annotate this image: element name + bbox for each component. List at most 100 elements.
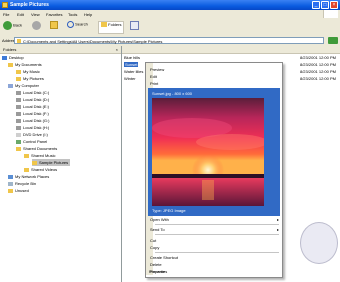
menu-favorites[interactable]: Favorites — [46, 12, 62, 17]
context-menu: Preview Edit Print Sunset.jpg - 800 x 60… — [145, 62, 283, 278]
menu-item-create-shortcut[interactable]: Create Shortcut — [150, 255, 178, 260]
menu-item-delete[interactable]: Delete — [150, 262, 162, 267]
tree-item-my-documents[interactable]: My Documents — [8, 61, 42, 68]
address-path: C:\Documents and Settings\All Users\Docu… — [23, 39, 163, 44]
desktop-icon — [2, 55, 7, 60]
drive-icon — [16, 97, 21, 102]
tree-item-desktop[interactable]: Desktop — [2, 54, 24, 61]
tree-item-network[interactable]: My Network Places — [8, 173, 49, 180]
close-button[interactable]: × — [330, 1, 338, 9]
tree-item-shared-music[interactable]: Shared Music — [24, 152, 55, 159]
tree-item-sample-pictures[interactable]: Sample Pictures — [32, 159, 71, 166]
menu-separator — [155, 252, 279, 253]
folders-pane: Folders × Desktop My Documents My Music … — [0, 46, 122, 282]
views-icon — [130, 21, 139, 30]
folders-label: Folders — [108, 22, 122, 27]
menu-tools[interactable]: Tools — [68, 12, 77, 17]
menu-item-send-to[interactable]: Send To — [150, 227, 165, 232]
maximize-button[interactable]: □ — [321, 1, 329, 9]
menu-item-print[interactable]: Print — [150, 81, 158, 86]
folders-button[interactable]: Folders — [98, 21, 125, 34]
menu-item-copy[interactable]: Copy — [150, 245, 159, 250]
submenu-arrow-icon: ▸ — [276, 227, 279, 232]
explorer-window: Sample Pictures _ □ × File Edit View Fav… — [0, 0, 340, 282]
folder-icon — [24, 167, 29, 172]
menu-edit[interactable]: Edit — [17, 12, 24, 17]
recycle-bin-icon — [8, 181, 13, 186]
tree-item-shared-videos[interactable]: Shared Videos — [24, 166, 57, 173]
folder-up-icon — [50, 21, 58, 29]
dvd-icon — [16, 132, 21, 137]
menu-item-cut[interactable]: Cut — [150, 238, 156, 243]
menu-item-properties[interactable]: Properties — [149, 269, 167, 274]
column-header — [122, 46, 340, 54]
menu-separator — [155, 224, 279, 225]
preview-title: Sunset.jpg - 800 x 600 — [152, 91, 193, 96]
submenu-arrow-icon: ▸ — [276, 217, 279, 222]
folder-icon — [16, 76, 21, 81]
folder-icon — [2, 2, 8, 8]
preview-caption: Type: JPEG Image — [152, 208, 186, 213]
drive-icon — [16, 118, 21, 123]
menu-view[interactable]: View — [31, 12, 40, 17]
tree-item-control-panel[interactable]: Control Panel — [16, 138, 47, 145]
minimize-button[interactable]: _ — [312, 1, 320, 9]
folder-icon — [16, 69, 21, 74]
drive-icon — [16, 111, 21, 116]
menu-file[interactable]: File — [3, 12, 9, 17]
windows-flag-icon — [323, 10, 338, 18]
tree-item-my-pictures[interactable]: My Pictures — [16, 75, 44, 82]
folder-open-icon — [32, 160, 37, 165]
control-panel-icon — [16, 139, 21, 144]
folder-icon — [17, 39, 21, 43]
tree-item-recycle-bin[interactable]: Recycle Bin — [8, 180, 36, 187]
menu-help[interactable]: Help — [84, 12, 92, 17]
tree-item-drive-e[interactable]: Local Disk (E:) — [16, 103, 49, 110]
tree-item-my-computer[interactable]: My Computer — [8, 82, 39, 89]
tree-item-drive-d[interactable]: Local Disk (D:) — [16, 96, 49, 103]
drive-icon — [16, 125, 21, 130]
tree-item-drive-c[interactable]: Local Disk (C:) — [16, 89, 49, 96]
title-bar[interactable]: Sample Pictures _ □ × — [0, 0, 340, 10]
go-button[interactable] — [328, 37, 338, 44]
forward-arrow-icon — [32, 21, 41, 30]
tree-item-drive-h[interactable]: Local Disk (H:) — [16, 124, 49, 131]
window-title: Sample Pictures — [10, 2, 49, 8]
tree-item-shared-documents[interactable]: Shared Documents — [16, 145, 57, 152]
menu-item-edit[interactable]: Edit — [150, 74, 157, 79]
drive-icon — [16, 90, 21, 95]
folder-icon — [8, 62, 13, 67]
toolbar: Back Search Folders — [0, 18, 340, 37]
views-button[interactable] — [130, 21, 139, 32]
tree-item-drive-g[interactable]: Local Disk (G:) — [16, 117, 49, 124]
close-pane-icon[interactable]: × — [116, 47, 118, 52]
back-arrow-icon — [3, 21, 12, 30]
tree-item-my-music[interactable]: My Music — [16, 68, 40, 75]
tree-item-unused[interactable]: Unused — [8, 187, 29, 194]
forward-button[interactable] — [32, 21, 41, 32]
up-button[interactable] — [50, 21, 58, 32]
drive-icon — [16, 104, 21, 109]
menu-item-preview[interactable]: Preview — [150, 67, 164, 72]
address-field[interactable]: C:\Documents and Settings\All Users\Docu… — [14, 37, 324, 44]
sunset-image — [152, 98, 264, 206]
file-row[interactable]: Blue hills 8/23/2001 12:00 PM — [124, 54, 338, 61]
folder-icon — [24, 153, 29, 158]
image-preview-panel: Sunset.jpg - 800 x 600 Type: JPEG Image — [148, 88, 280, 216]
folders-pane-title: Folders — [3, 47, 17, 52]
tree-item-drive-f[interactable]: Local Disk (F:) — [16, 110, 49, 117]
folder-icon — [16, 146, 21, 151]
folder-icon — [8, 188, 13, 193]
computer-icon — [8, 83, 13, 88]
search-button[interactable]: Search — [67, 21, 88, 32]
folders-icon — [101, 22, 107, 28]
folders-pane-header: Folders × — [0, 46, 121, 54]
menu-separator — [155, 234, 279, 235]
watermark-logo — [300, 222, 338, 264]
back-button[interactable]: Back — [3, 21, 22, 32]
tree-item-dvd[interactable]: DVD Drive (I:) — [16, 131, 48, 138]
network-icon — [8, 174, 13, 179]
back-label: Back — [13, 22, 23, 28]
menu-item-open-with[interactable]: Open With — [150, 217, 169, 222]
search-icon — [67, 21, 74, 28]
